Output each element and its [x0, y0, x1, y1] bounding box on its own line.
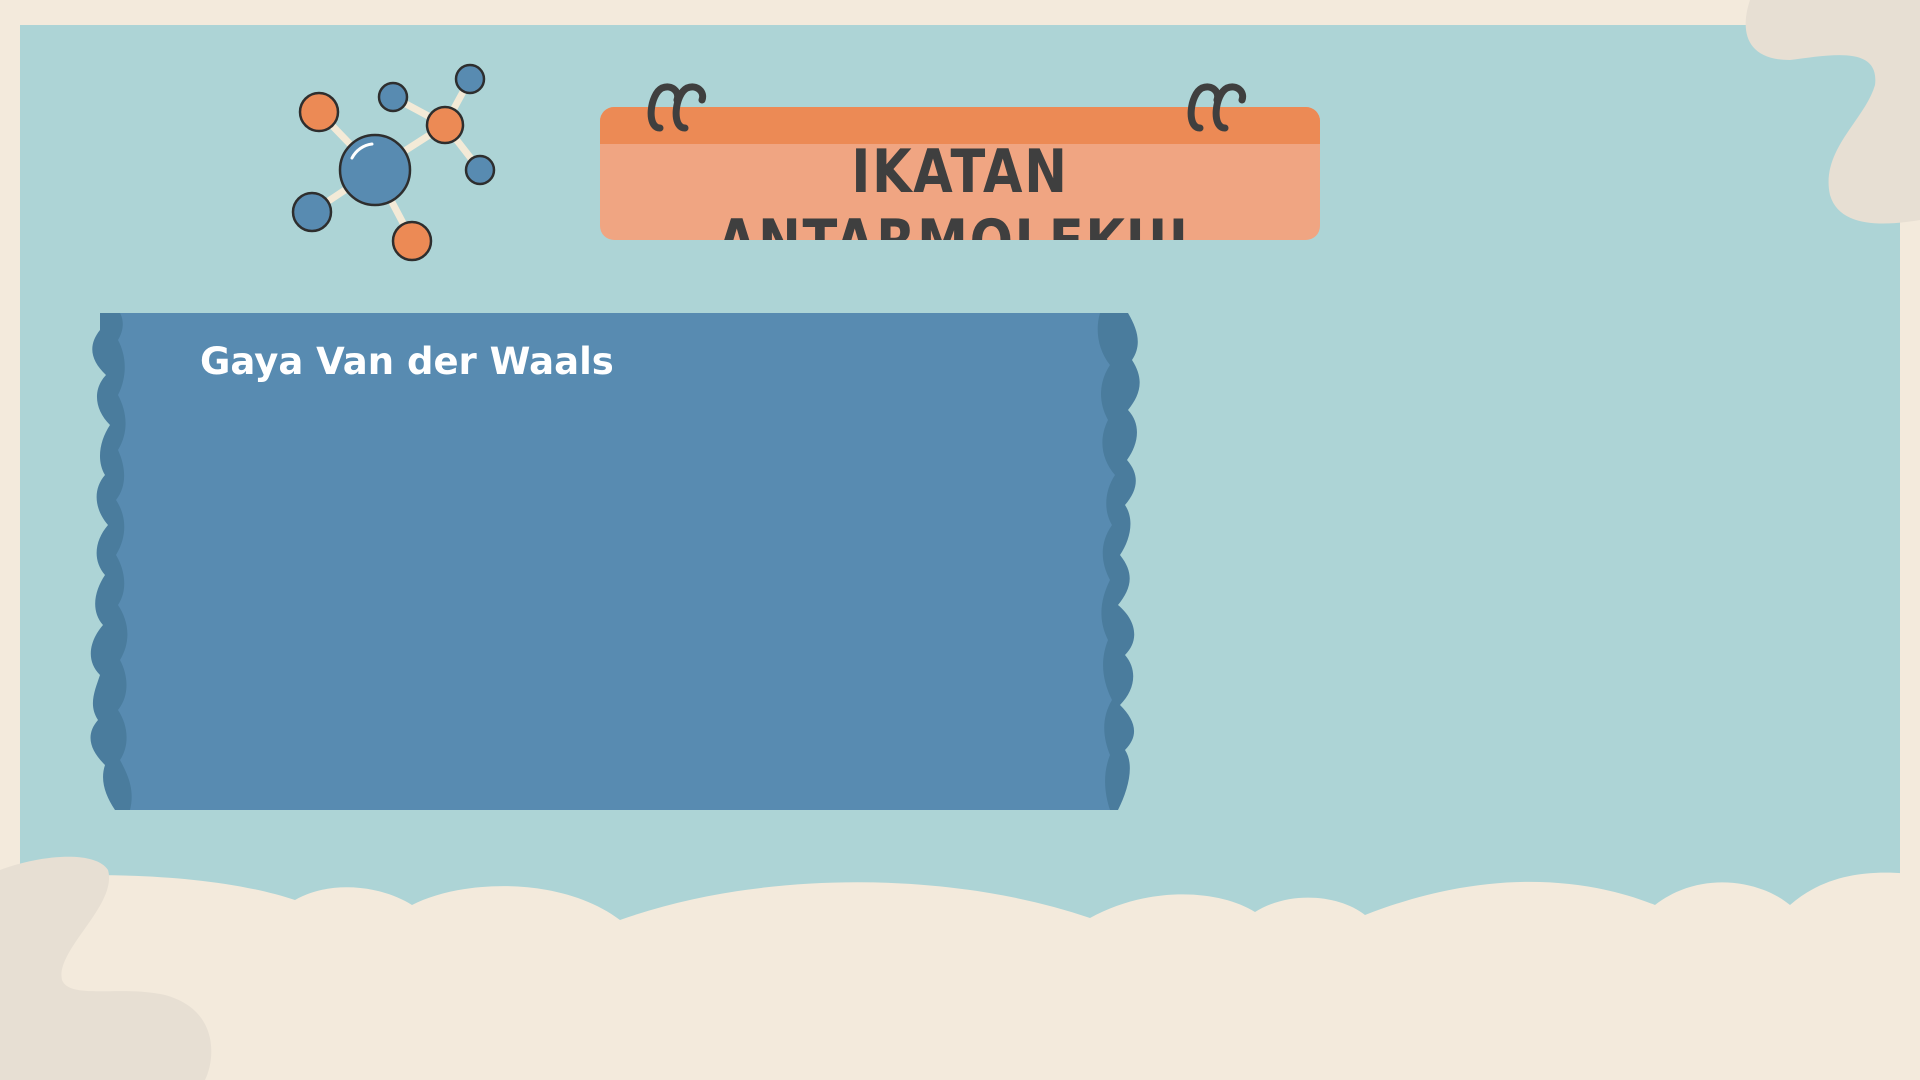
bottom-wave — [0, 872, 1920, 1080]
molecule-icon — [291, 63, 496, 262]
binder-rings — [647, 83, 1247, 132]
binder-ring-icon — [672, 83, 707, 132]
binder-ring-icon — [1212, 83, 1247, 132]
slide-title: IKATAN ANTARMOLEKUL — [717, 137, 1201, 240]
slide: IKATAN ANTARMOLEKUL Gaya Van der Waals — [0, 0, 1920, 1080]
section-label: Gaya Van der Waals — [200, 340, 614, 383]
ticket-body — [116, 313, 1115, 810]
corner-blob-top-right — [1745, 0, 1920, 224]
